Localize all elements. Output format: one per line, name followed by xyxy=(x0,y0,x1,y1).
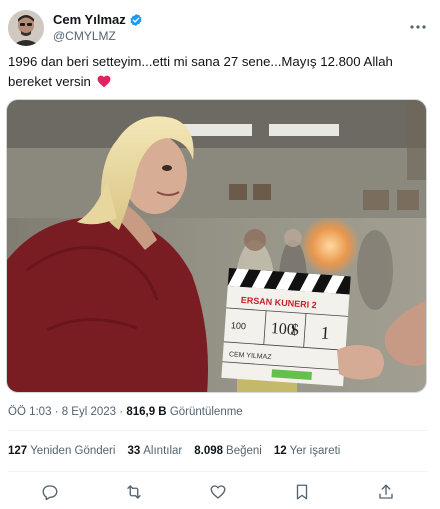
clapper-take: 1 xyxy=(320,323,330,344)
handle[interactable]: @CMYLMZ xyxy=(53,29,143,44)
stat-quotes[interactable]: 33 Alıntılar xyxy=(127,443,182,459)
repost-icon[interactable] xyxy=(122,480,146,504)
action-bar xyxy=(8,480,428,504)
views-count: 816,9 B xyxy=(126,406,167,418)
more-dots-icon[interactable] xyxy=(408,18,428,36)
red-heart-icon xyxy=(97,74,111,88)
tweet-text: 1996 dan beri setteyim...etti mi sana 27… xyxy=(8,52,428,92)
verified-badge-icon[interactable] xyxy=(129,13,143,27)
meta-separator-2: · xyxy=(119,406,124,418)
engagement-stats: 127 Yeniden Gönderi 33 Alıntılar 8.098 Beğe… xyxy=(8,443,428,459)
avatar[interactable] xyxy=(8,10,44,46)
display-name[interactable]: Cem Yılmaz xyxy=(53,12,126,28)
clapper-scene-suffix: $ xyxy=(290,321,299,339)
author-names: Cem Yılmaz @CMYLMZ xyxy=(53,12,143,44)
media-photo: ERSAN KUNERI 2 100 100 $ 1 CEM YILMAZ xyxy=(7,100,426,392)
name-row: Cem Yılmaz xyxy=(53,12,143,28)
tweet-media[interactable]: ERSAN KUNERI 2 100 100 $ 1 CEM YILMAZ xyxy=(6,99,427,393)
bookmark-icon[interactable] xyxy=(290,480,314,504)
stat-bookmarks[interactable]: 12 Yer işareti xyxy=(274,443,341,459)
views-label: Görüntülenme xyxy=(169,406,243,418)
stat-likes[interactable]: 8.098 Beğeni xyxy=(194,443,262,459)
tweet-meta: ÖÖ 1:03 · 8 Eyl 2023 · 816,9 B Görüntüle… xyxy=(8,404,243,420)
tweet-date[interactable]: 8 Eyl 2023 xyxy=(62,406,116,418)
tweet-time[interactable]: ÖÖ 1:03 xyxy=(8,406,51,418)
like-icon[interactable] xyxy=(206,480,230,504)
share-icon[interactable] xyxy=(374,480,398,504)
divider xyxy=(8,471,428,472)
clapper-roll: 100 xyxy=(231,320,247,331)
tweet-body: 1996 dan beri setteyim...etti mi sana 27… xyxy=(8,54,393,89)
meta-separator: · xyxy=(54,406,59,418)
reply-icon[interactable] xyxy=(38,480,62,504)
tweet-header: Cem Yılmaz @CMYLMZ xyxy=(8,8,432,48)
divider xyxy=(8,430,428,431)
stat-reposts[interactable]: 127 Yeniden Gönderi xyxy=(8,443,115,459)
